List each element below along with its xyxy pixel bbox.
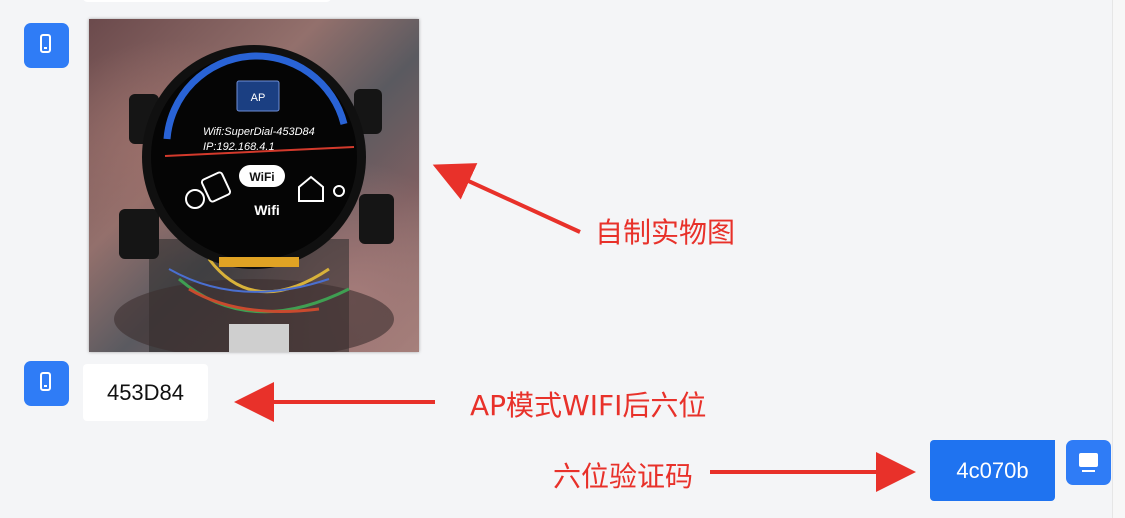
arrow-to-photo — [432, 163, 581, 234]
annotation-arrows — [234, 163, 916, 492]
